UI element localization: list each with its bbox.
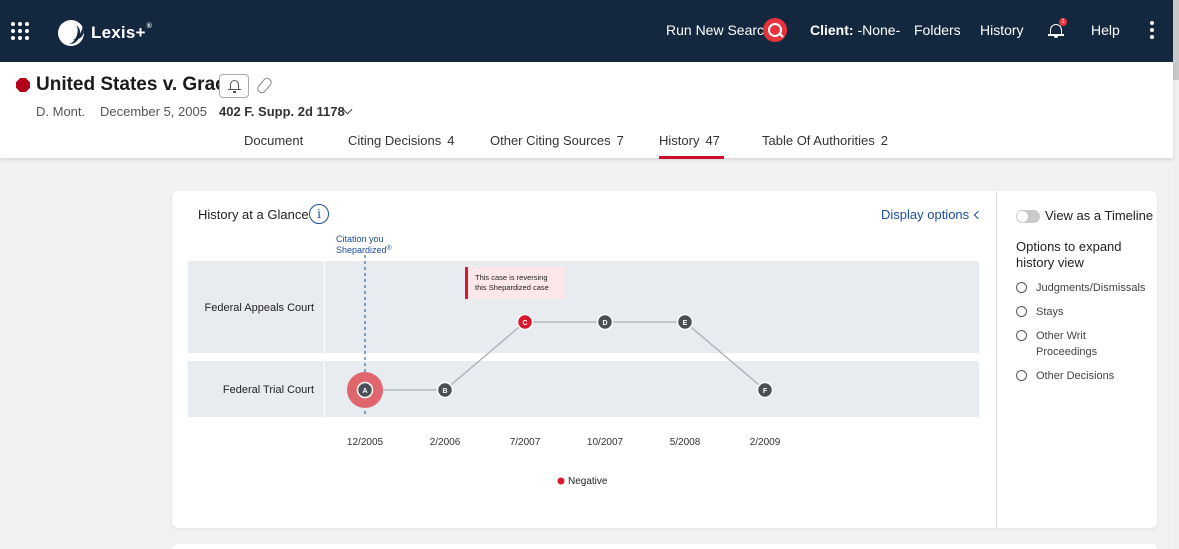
help-link[interactable]: Help	[1091, 22, 1120, 38]
brand-name: Lexis+®	[91, 23, 152, 42]
paperclip-icon[interactable]	[257, 76, 271, 94]
x-tick-label: 10/2007	[587, 437, 624, 448]
node-label: E	[683, 320, 688, 327]
marker-label: Shepardized®	[336, 244, 393, 255]
notifications-bell-icon[interactable]: 1	[1048, 18, 1067, 38]
panel-divider	[996, 191, 997, 528]
timeline-toggle-label: View as a Timeline	[1045, 208, 1154, 223]
node-label: A	[362, 388, 367, 395]
node-label: D	[602, 320, 607, 327]
citation-selector[interactable]: 402 F. Supp. 2d 1178	[219, 104, 345, 119]
annotation-text: this Shepardized case	[475, 283, 549, 292]
band-separator	[324, 361, 325, 417]
search-icon[interactable]	[763, 18, 787, 42]
more-menu-icon[interactable]	[1150, 21, 1154, 41]
alert-bell-button[interactable]	[219, 74, 249, 98]
node-label: B	[442, 388, 447, 395]
document-header: United States v. Grace D. Mont. December…	[0, 62, 1173, 159]
top-nav-bar: Lexis+® Run New Search Client: -None- Fo…	[0, 0, 1173, 62]
x-tick-label: 2/2006	[430, 437, 461, 448]
page-scrollbar[interactable]	[1173, 0, 1179, 549]
x-tick-label: 5/2008	[670, 437, 701, 448]
x-tick-label: 7/2007	[510, 437, 541, 448]
radio-button[interactable]	[1016, 306, 1027, 317]
tab-other-citing-sources[interactable]: Other Citing Sources 7	[490, 133, 624, 148]
run-new-search-link[interactable]: Run New Search	[666, 22, 772, 38]
client-selector[interactable]: Client: -None-	[810, 22, 900, 38]
tab-table-of-authorities[interactable]: Table Of Authorities 2	[762, 133, 888, 148]
apps-grid-icon[interactable]	[11, 22, 29, 40]
radio-button[interactable]	[1016, 330, 1027, 341]
radio-button[interactable]	[1016, 370, 1027, 381]
court-label: Federal Trial Court	[223, 384, 314, 396]
annotation-text: This case is reversing	[475, 273, 548, 282]
tab-document[interactable]: Document	[244, 133, 303, 148]
legend-swatch	[557, 477, 565, 485]
legend-label: Negative	[568, 476, 608, 487]
lexis-logo-icon	[58, 20, 84, 46]
node-label: C	[522, 320, 527, 327]
secondary-panel	[172, 544, 1157, 549]
tab-citing-decisions[interactable]: Citing Decisions 4	[348, 133, 454, 148]
annotation-bar	[465, 267, 468, 299]
negative-treatment-flag-icon	[16, 78, 30, 92]
radio-button[interactable]	[1016, 282, 1027, 293]
tab-history[interactable]: History 47	[659, 133, 720, 148]
history-panel: History at a Glance i Display options Fe…	[172, 191, 1157, 528]
band-separator	[324, 261, 325, 353]
timeline-toggle[interactable]	[1016, 210, 1040, 223]
marker-label: Citation you	[336, 234, 384, 244]
x-tick-label: 2/2009	[750, 437, 781, 448]
court-label: Federal Appeals Court	[205, 302, 314, 314]
history-chart: Federal Appeals Court Federal Trial Court…	[188, 234, 979, 487]
court-name: D. Mont.	[36, 104, 86, 119]
decision-date: December 5, 2005	[100, 104, 207, 119]
case-title: United States v. Grace	[36, 74, 237, 95]
notification-badge: 1	[1059, 18, 1067, 26]
active-tab-indicator	[659, 156, 724, 159]
lexis-logo[interactable]: Lexis+®	[58, 20, 152, 46]
history-link[interactable]: History	[980, 22, 1024, 38]
options-heading: Options to expand history view	[1016, 239, 1122, 270]
x-tick-label: 12/2005	[347, 437, 384, 448]
node-label: F	[763, 388, 768, 395]
folders-link[interactable]: Folders	[914, 22, 961, 38]
